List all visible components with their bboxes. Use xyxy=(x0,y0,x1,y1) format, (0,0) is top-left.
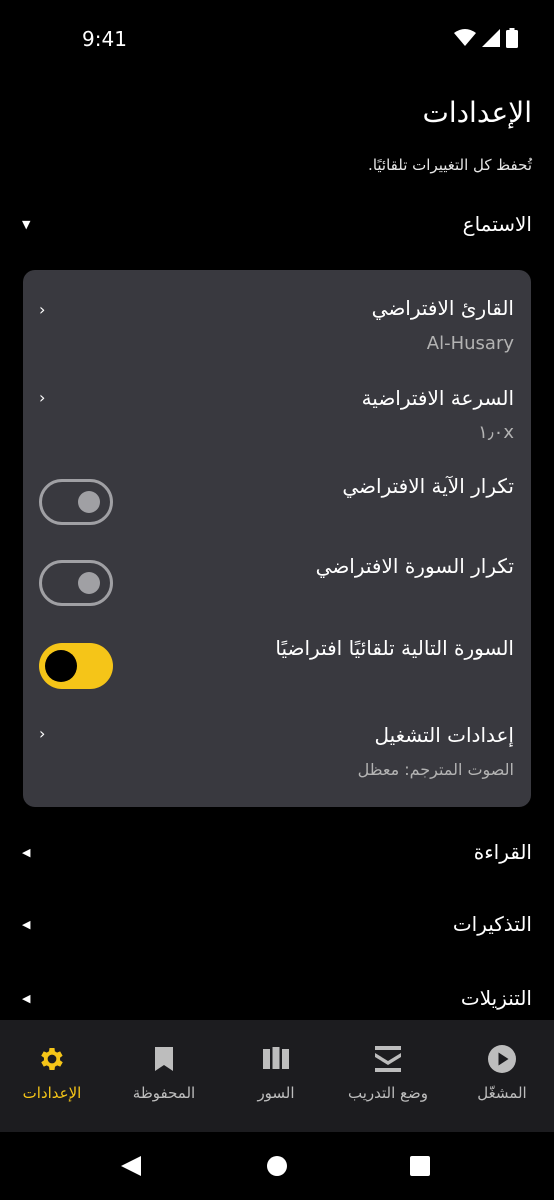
signal-icon xyxy=(482,29,500,47)
recents-icon[interactable] xyxy=(410,1156,430,1176)
section-downloads[interactable]: ◀ التنزيلات xyxy=(22,978,532,1018)
back-icon[interactable] xyxy=(120,1155,142,1177)
nav-settings-label: الإعدادات xyxy=(22,1084,82,1102)
stack-icon xyxy=(373,1044,403,1074)
repeat-ayah-toggle[interactable] xyxy=(39,479,113,525)
section-listening-label: الاستماع xyxy=(462,212,532,236)
default-reader-row[interactable]: › القارئ الافتراضي Al-Husary xyxy=(23,270,531,362)
nav-practice-mode[interactable]: وضع التدريب xyxy=(333,1020,443,1132)
repeat-surah-title: تكرار السورة الافتراضي xyxy=(315,554,514,578)
chevron-icon: › xyxy=(39,388,46,407)
library-icon xyxy=(261,1044,291,1074)
default-reader-value: Al-Husary xyxy=(426,333,514,354)
repeat-surah-toggle[interactable] xyxy=(39,560,113,606)
caret-left-icon: ◀ xyxy=(22,991,31,1005)
section-reading-label: القراءة xyxy=(473,840,532,864)
status-time: 9:41 xyxy=(82,27,127,51)
play-icon xyxy=(487,1044,517,1074)
default-speed-value: ١٫٠x xyxy=(478,422,514,443)
section-downloads-label: التنزيلات xyxy=(460,986,532,1010)
default-speed-row[interactable]: › السرعة الافتراضية ١٫٠x xyxy=(23,362,531,450)
toggle-knob xyxy=(45,650,77,682)
caret-left-icon: ◀ xyxy=(22,845,31,859)
default-speed-title: السرعة الافتراضية xyxy=(361,386,514,410)
chevron-icon: › xyxy=(39,300,46,319)
bottom-nav: الإعدادات المحفوظة السور وضع التدريب الم… xyxy=(0,1020,554,1132)
page-title: الإعدادات xyxy=(422,96,532,129)
nav-practice-mode-label: وضع التدريب xyxy=(347,1084,429,1102)
section-listening[interactable]: ▼ الاستماع xyxy=(22,204,532,244)
auto-next-surah-row: السورة التالية تلقائيًا افتراضيًا xyxy=(23,618,531,702)
playback-settings-title: إعدادات التشغيل xyxy=(374,723,514,747)
battery-icon xyxy=(506,28,518,48)
nav-surahs-label: السور xyxy=(257,1084,295,1102)
playback-settings-value: الصوت المترجم: معظل xyxy=(357,760,514,779)
page-subtitle: تُحفظ كل التغييرات تلقائيًا. xyxy=(368,156,532,174)
nav-saved-label: المحفوظة xyxy=(132,1084,196,1102)
nav-saved[interactable]: المحفوظة xyxy=(109,1020,219,1132)
bookmark-icon xyxy=(149,1044,179,1074)
status-icons xyxy=(454,28,518,48)
section-reading[interactable]: ◀ القراءة xyxy=(22,832,532,872)
system-nav-bar xyxy=(0,1132,554,1200)
repeat-surah-row: تكرار السورة الافتراضي xyxy=(23,534,531,618)
section-reminders[interactable]: ◀ التذكيرات xyxy=(22,904,532,944)
auto-next-surah-title: السورة التالية تلقائيًا افتراضيًا xyxy=(275,636,514,660)
home-icon[interactable] xyxy=(266,1155,288,1177)
auto-next-surah-toggle[interactable] xyxy=(39,643,113,689)
repeat-ayah-title: تكرار الآية الافتراضي xyxy=(342,474,514,498)
nav-player-label: المشغّل xyxy=(477,1084,527,1102)
chevron-icon: › xyxy=(39,724,46,743)
gear-icon xyxy=(37,1044,67,1074)
nav-settings[interactable]: الإعدادات xyxy=(0,1020,107,1132)
listening-settings-card: › القارئ الافتراضي Al-Husary › السرعة ال… xyxy=(23,270,531,807)
caret-down-icon: ▼ xyxy=(22,217,31,231)
nav-surahs[interactable]: السور xyxy=(221,1020,331,1132)
section-reminders-label: التذكيرات xyxy=(452,912,532,936)
toggle-knob xyxy=(78,491,100,513)
toggle-knob xyxy=(78,572,100,594)
status-bar: 9:41 xyxy=(0,0,554,80)
wifi-icon xyxy=(454,29,476,46)
repeat-ayah-row: تكرار الآية الافتراضي xyxy=(23,450,531,534)
nav-player[interactable]: المشغّل xyxy=(447,1020,554,1132)
caret-left-icon: ◀ xyxy=(22,917,31,931)
default-reader-title: القارئ الافتراضي xyxy=(371,296,514,320)
playback-settings-row[interactable]: › إعدادات التشغيل الصوت المترجم: معظل xyxy=(23,702,531,807)
